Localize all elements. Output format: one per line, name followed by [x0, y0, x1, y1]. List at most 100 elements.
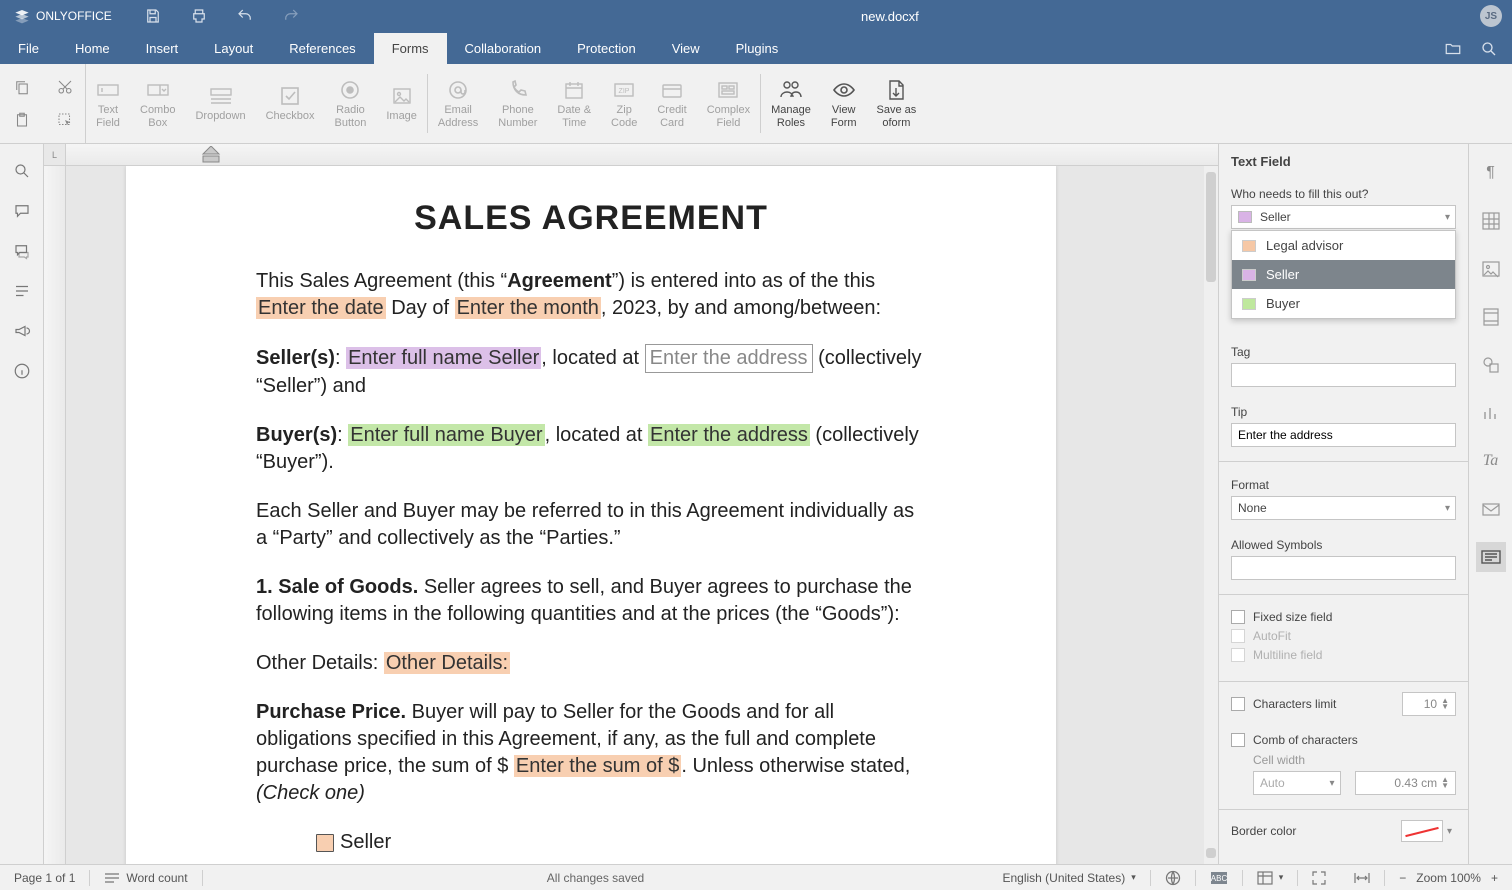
who-option-buyer[interactable]: Buyer: [1232, 289, 1455, 318]
tab-insert[interactable]: Insert: [128, 33, 197, 64]
field-enter-month[interactable]: Enter the month: [455, 297, 601, 319]
ribbon-combo-box[interactable]: Combo Box: [130, 64, 185, 143]
field-sum[interactable]: Enter the sum of $: [514, 755, 681, 777]
chars-limit-value[interactable]: 10▲▼: [1402, 692, 1456, 716]
tab-collaboration[interactable]: Collaboration: [447, 33, 560, 64]
field-seller-address[interactable]: Enter the address: [645, 344, 813, 373]
left-sidebar: [0, 144, 44, 864]
ribbon-phone[interactable]: Phone Number: [488, 64, 547, 143]
headings-icon[interactable]: [13, 282, 31, 300]
seller-paragraph: Seller(s): Enter full name Seller, locat…: [256, 344, 926, 400]
ribbon-text-field[interactable]: Text Field: [86, 64, 130, 143]
ribbon-date-time[interactable]: Date & Time: [547, 64, 601, 143]
zoom-out-icon[interactable]: −: [1399, 871, 1406, 885]
ribbon-complex-field[interactable]: Complex Field: [697, 64, 760, 143]
who-option-seller[interactable]: Seller: [1232, 260, 1455, 289]
field-buyer-name[interactable]: Enter full name Buyer: [348, 424, 544, 446]
tab-protection[interactable]: Protection: [559, 33, 654, 64]
ribbon-credit-card[interactable]: Credit Card: [647, 64, 696, 143]
find-icon[interactable]: [13, 162, 31, 180]
user-avatar[interactable]: JS: [1480, 5, 1502, 27]
tab-file[interactable]: File: [0, 33, 57, 64]
format-label: Format: [1231, 478, 1456, 492]
border-color-label: Border color: [1231, 824, 1296, 838]
vertical-ruler[interactable]: [44, 166, 66, 864]
doc-heading: SALES AGREEMENT: [256, 196, 926, 242]
paste-icon[interactable]: [13, 111, 31, 129]
ribbon-email[interactable]: Email Address: [428, 64, 488, 143]
cut-icon[interactable]: [56, 78, 74, 96]
paragraph-settings-icon[interactable]: ¶: [1476, 158, 1506, 188]
sale-paragraph: 1. Sale of Goods. Seller agrees to sell,…: [256, 574, 926, 628]
who-option-legal[interactable]: Legal advisor: [1232, 231, 1455, 260]
allowed-input[interactable]: [1231, 556, 1456, 580]
track-mode-icon[interactable]: ▾: [1243, 865, 1298, 890]
chart-settings-icon[interactable]: [1476, 398, 1506, 428]
save-icon[interactable]: [144, 7, 162, 25]
ribbon-view-form[interactable]: View Form: [821, 64, 867, 143]
fixed-size-check[interactable]: Fixed size field: [1231, 610, 1456, 624]
print-icon[interactable]: [190, 7, 208, 25]
price-paragraph: Purchase Price. Buyer will pay to Seller…: [256, 699, 926, 807]
comb-check[interactable]: Comb of characters: [1231, 733, 1456, 747]
tab-home[interactable]: Home: [57, 33, 128, 64]
search-icon[interactable]: [1480, 40, 1498, 58]
ribbon-image[interactable]: Image: [376, 64, 427, 143]
status-wordcount[interactable]: Word count: [90, 865, 201, 890]
header-footer-icon[interactable]: [1476, 302, 1506, 332]
border-color-picker[interactable]: [1401, 820, 1443, 842]
table-settings-icon[interactable]: [1476, 206, 1506, 236]
ribbon-radio-button[interactable]: Radio Button: [325, 64, 377, 143]
right-sidebar: ¶ Ta: [1468, 144, 1512, 864]
horizontal-ruler[interactable]: L: [44, 144, 1218, 166]
ribbon-zip[interactable]: ZIPZip Code: [601, 64, 647, 143]
form-settings-icon[interactable]: [1476, 542, 1506, 572]
spellcheck-icon[interactable]: [1151, 865, 1195, 890]
fit-page-icon[interactable]: [1298, 865, 1340, 890]
feedback-icon[interactable]: [13, 322, 31, 340]
select-all-icon[interactable]: [56, 111, 74, 129]
about-icon[interactable]: [13, 362, 31, 380]
status-language[interactable]: English (United States)▾: [988, 865, 1149, 890]
vertical-scrollbar[interactable]: [1204, 166, 1218, 864]
shape-settings-icon[interactable]: [1476, 350, 1506, 380]
radio-seller[interactable]: [316, 834, 334, 852]
tab-layout[interactable]: Layout: [196, 33, 271, 64]
field-other-details[interactable]: Other Details:: [384, 652, 510, 674]
chat-icon[interactable]: [13, 242, 31, 260]
field-seller-name[interactable]: Enter full name Seller: [346, 347, 541, 369]
fit-width-icon[interactable]: [1340, 865, 1384, 890]
tip-input[interactable]: [1231, 423, 1456, 447]
status-page[interactable]: Page 1 of 1: [0, 865, 89, 890]
image-settings-icon[interactable]: [1476, 254, 1506, 284]
zoom-in-icon[interactable]: +: [1491, 871, 1498, 885]
tag-input[interactable]: [1231, 363, 1456, 387]
redo-icon[interactable]: [282, 7, 300, 25]
ribbon-checkbox[interactable]: Checkbox: [256, 64, 325, 143]
ribbon-save-oform[interactable]: Save as oform: [867, 64, 927, 143]
cell-width-value[interactable]: 0.43 cm▲▼: [1355, 771, 1457, 795]
tab-view[interactable]: View: [654, 33, 718, 64]
open-location-icon[interactable]: [1444, 40, 1462, 58]
tab-forms[interactable]: Forms: [374, 33, 447, 64]
indent-marker-icon[interactable]: [201, 146, 221, 164]
mailmerge-icon[interactable]: [1476, 494, 1506, 524]
ribbon-manage-roles[interactable]: Manage Roles: [761, 64, 821, 143]
tab-plugins[interactable]: Plugins: [718, 33, 797, 64]
track-changes-icon[interactable]: ABC: [1196, 865, 1242, 890]
copy-icon[interactable]: [13, 78, 31, 96]
cell-width-mode[interactable]: Auto▾: [1253, 771, 1341, 795]
textart-settings-icon[interactable]: Ta: [1476, 446, 1506, 476]
zoom-control[interactable]: − Zoom 100% +: [1385, 865, 1512, 890]
ribbon-dropdown[interactable]: Dropdown: [185, 64, 255, 143]
undo-icon[interactable]: [236, 7, 254, 25]
who-dropdown[interactable]: Seller▾ Legal advisor Seller Buyer: [1231, 205, 1456, 229]
status-bar: Page 1 of 1 Word count All changes saved…: [0, 864, 1512, 890]
field-enter-date[interactable]: Enter the date: [256, 297, 386, 319]
tab-references[interactable]: References: [271, 33, 373, 64]
who-dropdown-list: Legal advisor Seller Buyer: [1231, 230, 1456, 319]
chars-limit-check[interactable]: Characters limit: [1231, 697, 1392, 711]
format-select[interactable]: None▾: [1231, 496, 1456, 520]
field-buyer-address[interactable]: Enter the address: [648, 424, 810, 446]
comments-icon[interactable]: [13, 202, 31, 220]
